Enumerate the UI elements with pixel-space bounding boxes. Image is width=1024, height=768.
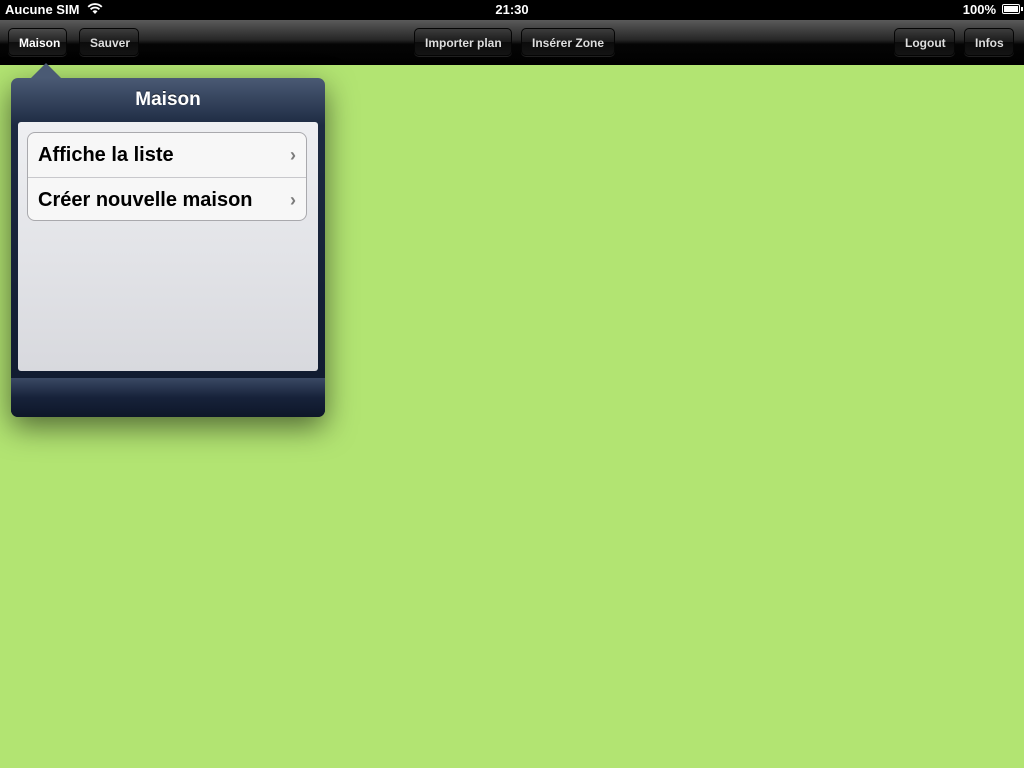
clock: 21:30 xyxy=(495,2,529,17)
chevron-right-icon: › xyxy=(290,190,296,210)
list-item-label: Créer nouvelle maison xyxy=(38,189,253,211)
status-bar: Aucune SIM 21:30 100% xyxy=(0,0,1024,20)
toolbar: Maison Sauver Importer plan Insérer Zone… xyxy=(0,20,1024,65)
infos-button[interactable]: Infos xyxy=(964,28,1014,56)
list-item-label: Affiche la liste xyxy=(38,144,174,166)
inserer-zone-button[interactable]: Insérer Zone xyxy=(521,28,615,56)
popover-arrow xyxy=(31,63,61,78)
logout-button[interactable]: Logout xyxy=(894,28,955,56)
list-item-creer-nouvelle-maison[interactable]: Créer nouvelle maison › xyxy=(28,177,306,220)
importer-plan-button[interactable]: Importer plan xyxy=(414,28,512,56)
sauver-button[interactable]: Sauver xyxy=(79,28,139,56)
chevron-right-icon: › xyxy=(290,145,296,165)
popover-title: Maison xyxy=(135,89,201,110)
list-item-affiche-la-liste[interactable]: Affiche la liste › xyxy=(28,133,306,177)
popover-footer xyxy=(11,378,325,417)
popover-content: Affiche la liste › Créer nouvelle maison… xyxy=(18,122,318,371)
menu-list: Affiche la liste › Créer nouvelle maison… xyxy=(27,132,307,221)
maison-button[interactable]: Maison xyxy=(8,28,67,56)
battery-percentage: 100% xyxy=(962,2,996,17)
maison-popover: Maison Affiche la liste › Créer nouvelle… xyxy=(11,63,325,417)
battery-icon xyxy=(1002,4,1023,14)
